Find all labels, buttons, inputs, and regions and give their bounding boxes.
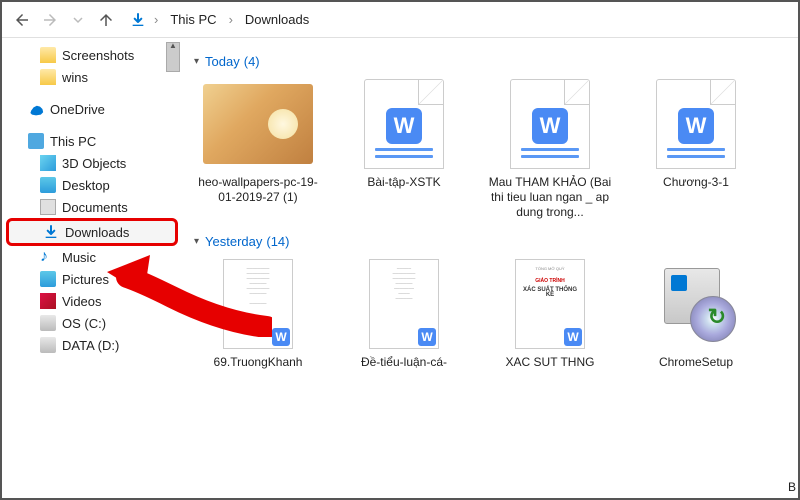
file-item-installer[interactable]: ↻ ChromeSetup (632, 259, 760, 370)
navigation-tree: Screenshots wins OneDrive This PC 3D Obj… (2, 38, 182, 498)
group-label: Today (205, 54, 240, 69)
up-button[interactable] (94, 8, 118, 32)
file-item-doc[interactable]: TỔNG MỞ QUỲ GIÁO TRÌNH XÁC SUẤT THỐNG KÊ… (486, 259, 614, 370)
tree-label: 3D Objects (62, 156, 126, 171)
sidebar-item-videos[interactable]: Videos (2, 290, 182, 312)
chevron-right-icon: › (154, 12, 158, 27)
tree-label: Screenshots (62, 48, 134, 63)
tree-label: Videos (62, 294, 102, 309)
sidebar-item-3d-objects[interactable]: 3D Objects (2, 152, 182, 174)
group-header-yesterday[interactable]: Yesterday (14) (194, 234, 786, 249)
sidebar-item-music[interactable]: ♪ Music (2, 246, 182, 268)
image-thumbnail (203, 84, 313, 164)
group-label: Yesterday (205, 234, 262, 249)
folder-icon (40, 47, 56, 63)
3d-objects-icon (40, 155, 56, 171)
chevron-right-icon: › (229, 12, 233, 27)
file-name: XAC SUT THNG (486, 355, 614, 370)
tree-label: Downloads (65, 225, 129, 240)
group-count: (14) (266, 234, 289, 249)
wps-doc-thumbnail: ────────────────────────────────────────… (369, 259, 439, 349)
sidebar-item-wins[interactable]: wins (2, 66, 182, 88)
pictures-icon (40, 271, 56, 287)
disk-icon (40, 315, 56, 331)
file-pane[interactable]: Today (4) heo-wallpapers-pc-19-01-2019-2… (182, 38, 798, 498)
desktop-icon (40, 177, 56, 193)
forward-button[interactable] (38, 8, 62, 32)
pc-icon (28, 133, 44, 149)
tree-label: This PC (50, 134, 96, 149)
sidebar-scrollbar[interactable] (166, 42, 180, 72)
tree-label: OneDrive (50, 102, 105, 117)
tree-label: Documents (62, 200, 128, 215)
back-button[interactable] (10, 8, 34, 32)
tree-label: wins (62, 70, 88, 85)
book-thumbnail: TỔNG MỞ QUỲ GIÁO TRÌNH XÁC SUẤT THỐNG KÊ… (515, 259, 585, 349)
file-item-doc[interactable]: W Chương-3-1 (632, 79, 760, 220)
sidebar-item-pictures[interactable]: Pictures (2, 268, 182, 290)
onedrive-icon (28, 101, 44, 117)
file-name: 69.TruongKhanh (194, 355, 322, 370)
file-name: Chương-3-1 (632, 175, 760, 190)
documents-icon (40, 199, 56, 215)
wps-doc-icon: W (656, 79, 736, 169)
file-name: Bài-tập-XSTK (340, 175, 468, 190)
wps-doc-icon: W (364, 79, 444, 169)
tree-label: DATA (D:) (62, 338, 119, 353)
tree-label: Pictures (62, 272, 109, 287)
sidebar-item-data-d[interactable]: DATA (D:) (2, 334, 182, 356)
wps-doc-thumbnail: ────────────────────────────────────────… (223, 259, 293, 349)
navigation-toolbar: › This PC › Downloads (2, 2, 798, 38)
disk-icon (40, 337, 56, 353)
file-name: Mau THAM KHẢO (Bai thi tieu luan ngan _ … (486, 175, 614, 220)
file-item-doc[interactable]: ────────────────────────────────────────… (340, 259, 468, 370)
sidebar-item-documents[interactable]: Documents (2, 196, 182, 218)
file-name: heo-wallpapers-pc-19-01-2019-27 (1) (194, 175, 322, 205)
cut-off-text: B (788, 480, 796, 494)
folder-icon (40, 69, 56, 85)
download-arrow-icon (43, 224, 59, 240)
file-item-image[interactable]: heo-wallpapers-pc-19-01-2019-27 (1) (194, 79, 322, 220)
sidebar-item-onedrive[interactable]: OneDrive (2, 98, 182, 120)
group-header-today[interactable]: Today (4) (194, 54, 786, 69)
file-name: Đề-tiểu-luận-cá- (340, 355, 468, 370)
breadcrumb-root[interactable]: This PC (166, 10, 220, 29)
download-arrow-icon (130, 12, 146, 28)
sidebar-item-os-c[interactable]: OS (C:) (2, 312, 182, 334)
sidebar-item-downloads[interactable]: Downloads (6, 218, 178, 246)
breadcrumb[interactable]: › This PC › Downloads (130, 10, 313, 29)
tree-label: Music (62, 250, 96, 265)
recent-dropdown[interactable] (66, 8, 90, 32)
file-item-doc[interactable]: W Mau THAM KHẢO (Bai thi tieu luan ngan … (486, 79, 614, 220)
installer-icon: ↻ (656, 264, 736, 344)
wps-doc-icon: W (510, 79, 590, 169)
tree-label: Desktop (62, 178, 110, 193)
tree-label: OS (C:) (62, 316, 106, 331)
sidebar-item-screenshots[interactable]: Screenshots (2, 44, 182, 66)
breadcrumb-current[interactable]: Downloads (241, 10, 313, 29)
sidebar-item-desktop[interactable]: Desktop (2, 174, 182, 196)
file-name: ChromeSetup (632, 355, 760, 370)
videos-icon (40, 293, 56, 309)
file-item-doc[interactable]: W Bài-tập-XSTK (340, 79, 468, 220)
sidebar-item-this-pc[interactable]: This PC (2, 130, 182, 152)
group-count: (4) (244, 54, 260, 69)
file-item-doc[interactable]: ────────────────────────────────────────… (194, 259, 322, 370)
music-icon: ♪ (40, 249, 56, 265)
